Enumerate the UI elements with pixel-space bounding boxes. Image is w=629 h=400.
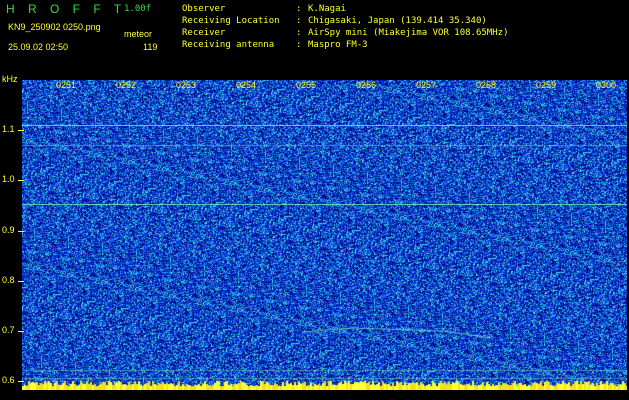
time-tick-label: 0300 [596, 80, 617, 90]
file-name: KN9_250902 0250.png [8, 22, 101, 32]
time-tick-label: 0256 [356, 80, 377, 90]
time-tick-label: 0252 [116, 80, 137, 90]
carrier-line [22, 125, 627, 126]
y-tick-label: 0.6 [2, 375, 15, 385]
time-tick-label: 0253 [176, 80, 197, 90]
y-tick-label: 0.7 [2, 325, 15, 335]
meta-label: Observer [182, 4, 226, 14]
y-tick-mark [18, 331, 24, 332]
meta-separator: : [296, 4, 302, 14]
y-tick-label: 1.0 [2, 174, 15, 184]
meta-label: Receiving antenna [182, 40, 275, 50]
y-tick-label: 1.1 [2, 124, 15, 134]
y-tick-mark [18, 130, 24, 131]
y-tick-mark [18, 231, 24, 232]
meta-value: AirSpy mini (Miakejima VOR 108.65MHz) [308, 28, 509, 38]
time-tick-label: 0251 [56, 80, 77, 90]
meta-value: K.Nagai [308, 4, 346, 14]
time-tick-label: 0254 [236, 80, 257, 90]
time-tick-label: 0259 [536, 80, 557, 90]
meteor-count: 119 [143, 42, 158, 52]
meta-row-location: Receiving Location: Chigasaki, Japan (139… [182, 15, 487, 27]
capture-datetime: 25.09.02 02:50 [8, 42, 69, 52]
meta-separator: : [296, 16, 302, 26]
time-tick-label: 0258 [476, 80, 497, 90]
y-axis-unit: kHz [2, 74, 18, 84]
version-label: 1.00f [124, 4, 152, 14]
meta-row-observer: Observer: K.Nagai [182, 3, 346, 15]
meteor-label: meteor [124, 29, 153, 39]
app-title: H R O F F T [6, 2, 127, 16]
meta-separator: : [296, 40, 302, 50]
meta-label: Receiving Location [182, 16, 280, 26]
time-tick-label: 0257 [416, 80, 437, 90]
meta-separator: : [296, 28, 302, 38]
y-tick-mark [18, 180, 24, 181]
y-tick-label: 0.9 [2, 225, 15, 235]
time-tick-label: 0255 [296, 80, 317, 90]
meta-row-antenna: Receiving antenna: Maspro FM-3 [182, 39, 368, 51]
y-tick-label: 0.8 [2, 275, 15, 285]
meta-label: Receiver [182, 28, 226, 38]
meta-value: Chigasaki, Japan (139.414 35.340) [308, 16, 487, 26]
meta-value: Maspro FM-3 [308, 40, 368, 50]
carrier-line [22, 204, 627, 205]
y-tick-mark [18, 281, 24, 282]
meta-row-receiver: Receiver: AirSpy mini (Miakejima VOR 108.… [182, 27, 508, 39]
spectrogram-plot [22, 80, 627, 390]
y-tick-mark [18, 381, 24, 382]
spectrogram-canvas [22, 80, 627, 390]
